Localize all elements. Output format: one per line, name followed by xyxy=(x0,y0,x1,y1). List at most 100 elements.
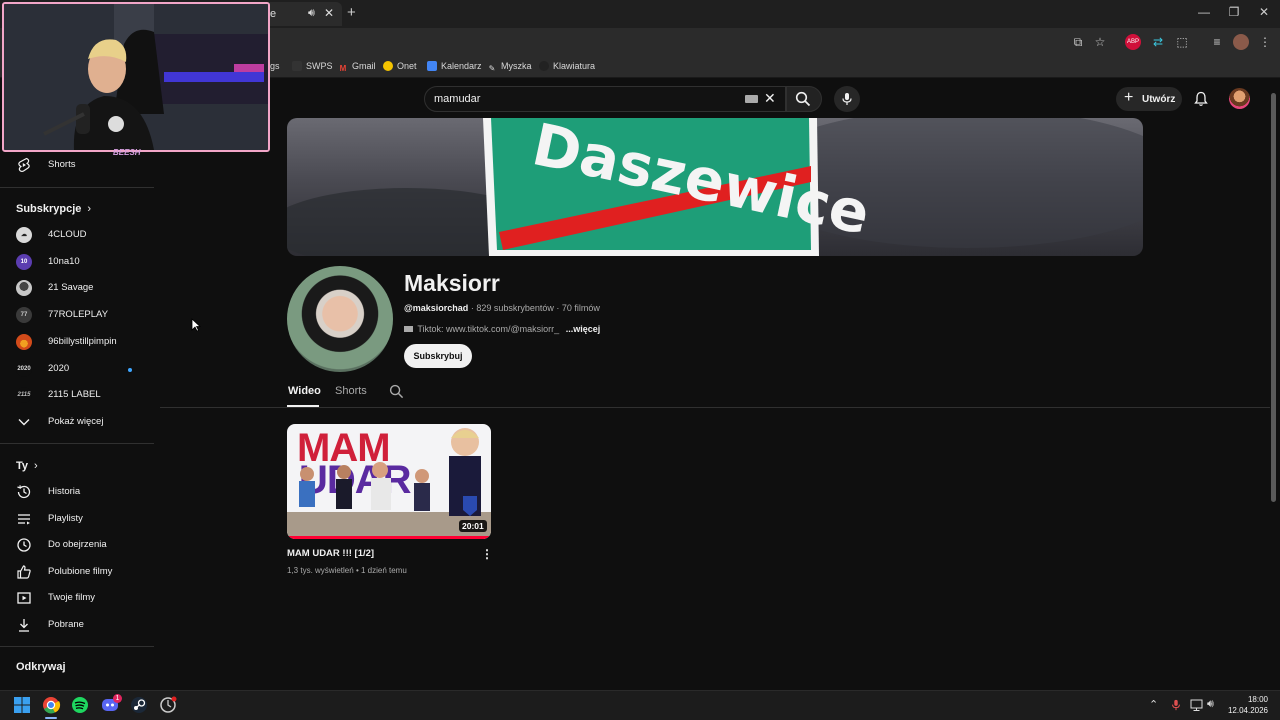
bookmark-item[interactable]: ✎ Myszka xyxy=(487,61,532,74)
bookmark-item[interactable]: Kalendarz xyxy=(427,61,482,71)
sidebar-show-more[interactable]: Pokaż więcej xyxy=(0,409,154,435)
channel-avatar-large[interactable] xyxy=(287,266,393,372)
notifications-bell-icon[interactable] xyxy=(1193,91,1209,107)
tab-videos[interactable]: Wideo xyxy=(288,385,321,397)
channel-avatar: ☁ xyxy=(16,227,32,243)
channel-search-icon[interactable] xyxy=(389,384,404,399)
sidebar-item-label: Pokaż więcej xyxy=(48,416,104,427)
close-tab-icon[interactable]: ✕ xyxy=(324,6,334,20)
sidebar-item-label: 10na10 xyxy=(48,256,80,267)
page-scrollbar[interactable] xyxy=(1271,93,1276,502)
voice-search-button[interactable] xyxy=(834,86,860,112)
clock-time: 18:00 xyxy=(1247,695,1268,704)
adblock-extension-icon[interactable]: ABP xyxy=(1125,34,1141,50)
sidebar-item-label: Pobrane xyxy=(48,619,84,630)
sidebar-item-label: Historia xyxy=(48,486,81,497)
sidebar-subscription-21-savage[interactable]: 21 Savage xyxy=(0,275,154,301)
channel-avatar xyxy=(16,334,32,350)
channel-description[interactable]: Tiktok: www.tiktok.com/@maksiorr_ ...wię… xyxy=(404,324,600,334)
video-count: 70 filmów xyxy=(561,303,600,313)
bookmark-item[interactable]: Klawiatura xyxy=(539,61,595,71)
keyboard-icon[interactable] xyxy=(745,95,758,103)
sidebar-divider xyxy=(0,187,154,188)
more-link[interactable]: ...więcej xyxy=(566,324,601,334)
clock-date: 12.04.2026 xyxy=(1227,706,1268,715)
sidebar-subscription-2115-label[interactable]: 2115 2115 LABEL xyxy=(0,382,154,408)
you-heading[interactable]: Ty › xyxy=(16,460,38,472)
bookmark-item[interactable]: M Gmail xyxy=(338,61,376,74)
sidebar-item-label: Shorts xyxy=(48,159,76,170)
sidebar-subscription-10na10[interactable]: 10 10na10 xyxy=(0,249,154,275)
sidebar-subscription-77roleplay[interactable]: 77 77ROLEPLAY xyxy=(0,302,154,328)
search-button[interactable] xyxy=(786,86,822,112)
tiktok-icon xyxy=(404,326,413,332)
sidebar-item-label: 2115 LABEL xyxy=(48,389,101,400)
webcam-overlay xyxy=(2,2,270,152)
sidebar-item-label: Polubione filmy xyxy=(48,566,113,577)
video-meta: 1,3 tys. wyświetleń • 1 dzień temu xyxy=(287,566,407,575)
windows-taskbar xyxy=(0,690,1280,720)
bookmark-item[interactable]: Onet xyxy=(383,61,417,71)
sidebar-subscription-2020[interactable]: 2020 2020 xyxy=(0,356,154,382)
webcam-tag: BEESH xyxy=(113,148,141,157)
subscriptions-heading[interactable]: Subskrypcje › xyxy=(16,203,91,215)
sidebar-item-your-videos[interactable]: Twoje filmy xyxy=(0,585,154,611)
sidebar-item-history[interactable]: Historia xyxy=(0,479,154,505)
sidebar-item-liked-videos[interactable]: Polubione filmy xyxy=(0,559,154,585)
browser-tab-active[interactable]: e 🔊︎ ✕ xyxy=(258,2,342,26)
account-avatar[interactable] xyxy=(1229,88,1250,109)
clear-search-icon[interactable]: ✕ xyxy=(764,90,776,107)
browser-menu-icon[interactable]: ⋮ xyxy=(1257,34,1273,50)
chrome-icon[interactable] xyxy=(41,695,61,715)
bookmark-star-icon[interactable]: ☆ xyxy=(1092,34,1108,50)
media-control-icon[interactable]: ≡ xyxy=(1209,34,1225,50)
tray-overflow-icon[interactable]: ⌃ xyxy=(1149,698,1158,711)
extensions-icon[interactable]: ⬚ xyxy=(1174,34,1190,50)
sidebar-subscription-4cloud[interactable]: ☁ 4CLOUD xyxy=(0,222,154,248)
restore-icon[interactable]: ❐ xyxy=(1224,5,1244,19)
sidebar-divider xyxy=(0,443,154,444)
chevron-down-icon xyxy=(18,419,30,426)
sidebar-subscription-96billystillpimpin[interactable]: 96billystillpimpin xyxy=(0,329,154,355)
banner-image: Daszewice xyxy=(287,118,1143,256)
sidebar-item-label: 77ROLEPLAY xyxy=(48,309,109,320)
video-title[interactable]: MAM UDAR !!! [1/2] xyxy=(287,548,374,559)
volume-icon[interactable]: 🔊︎ xyxy=(1207,698,1214,711)
bookmark-item[interactable]: SWPS xyxy=(292,61,333,71)
create-button[interactable]: + Utwórz xyxy=(1116,87,1182,111)
active-app-indicator xyxy=(45,717,57,719)
profile-avatar-icon[interactable] xyxy=(1233,34,1249,50)
new-content-indicator xyxy=(128,368,132,372)
channel-meta: @maksiorchad · 829 subskrybentów · 70 fi… xyxy=(404,303,600,313)
shorts-icon xyxy=(18,157,30,172)
description-text: Tiktok: www.tiktok.com/@maksiorr_ xyxy=(417,324,560,334)
sidebar-item-label: 21 Savage xyxy=(48,282,94,293)
chevron-right-icon: › xyxy=(87,203,92,215)
tray-microphone-icon[interactable] xyxy=(1170,699,1182,711)
translate-extension-icon[interactable]: ⇄ xyxy=(1150,34,1166,50)
sidebar-item-downloads[interactable]: Pobrane xyxy=(0,612,154,638)
discord-notification-badge: 1 xyxy=(113,694,122,703)
sidebar-item-playlists[interactable]: Playlisty xyxy=(0,506,154,532)
new-tab-button[interactable]: + xyxy=(347,4,356,21)
sidebar-item-watch-later[interactable]: Do obejrzenia xyxy=(0,532,154,558)
app-icon[interactable] xyxy=(158,695,178,715)
spotify-icon[interactable] xyxy=(70,695,90,715)
network-icon[interactable] xyxy=(1190,699,1203,711)
install-app-icon[interactable]: ⧉ xyxy=(1070,34,1086,50)
speaker-icon[interactable]: 🔊︎ xyxy=(308,7,315,20)
watch-later-icon xyxy=(17,538,31,552)
tab-shorts[interactable]: Shorts xyxy=(335,385,367,397)
subscribe-button[interactable]: Subskrybuj xyxy=(404,344,472,368)
taskbar-clock[interactable]: 18:00 12.04.2026 xyxy=(1226,694,1268,716)
bookmark-item[interactable]: gs xyxy=(270,61,280,71)
channel-avatar: 77 xyxy=(16,307,32,323)
video-more-options-icon[interactable]: ⋮ xyxy=(481,547,493,561)
channel-name: Maksiorr xyxy=(404,270,500,296)
steam-icon[interactable] xyxy=(129,695,149,715)
minimize-icon[interactable]: — xyxy=(1194,5,1214,19)
windows-start-icon[interactable] xyxy=(12,695,32,715)
your-videos-icon xyxy=(17,592,31,604)
window-close-icon[interactable]: ✕ xyxy=(1254,5,1274,19)
search-icon xyxy=(795,91,811,107)
